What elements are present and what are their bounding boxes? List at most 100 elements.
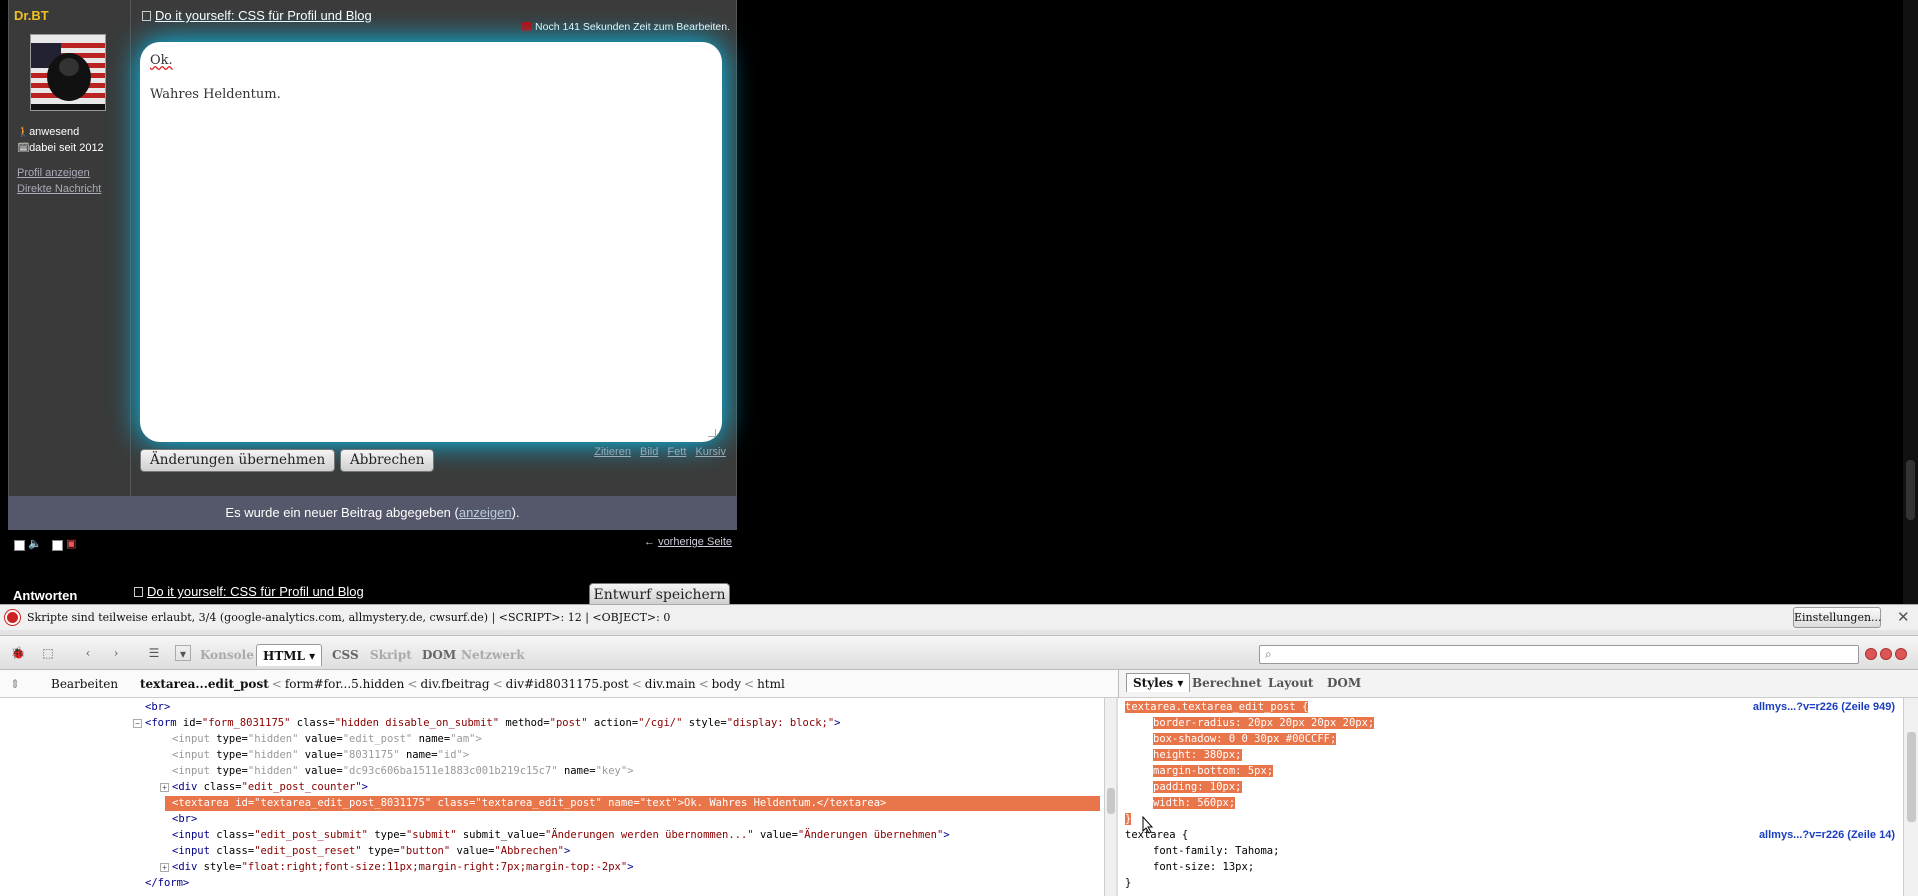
firebug-icon[interactable]: 🐞	[10, 645, 26, 661]
edit-button[interactable]: Bearbeiten	[51, 677, 118, 691]
css-selector[interactable]: textarea {	[1125, 828, 1188, 843]
side-tabs: Styles ▾ Berechnet Layout DOM	[1118, 670, 1918, 698]
html-node[interactable]: <br>	[145, 700, 170, 715]
page-scrollbar[interactable]	[1903, 0, 1918, 604]
styles-scrollbar[interactable]	[1903, 698, 1918, 896]
html-node[interactable]: <div class="edit_post_counter">	[172, 780, 368, 795]
view-profile-link[interactable]: Profil anzeigen	[17, 167, 90, 179]
author-name[interactable]: Dr.BT	[14, 8, 49, 23]
reply-title-text[interactable]: Do it yourself: CSS für Profil und Blog	[147, 584, 364, 599]
styles-pane[interactable]: allmys...?v=r226 (Zeile 949) textarea.tex…	[1118, 698, 1903, 896]
expand-icon[interactable]: ⇕	[10, 677, 20, 691]
tab-html[interactable]: HTML ▾	[256, 644, 323, 666]
tab-styles-label[interactable]: Styles	[1133, 676, 1173, 690]
tab-side-dom[interactable]: DOM	[1327, 676, 1361, 690]
html-node[interactable]: <input class="edit_post_submit" type="su…	[172, 828, 950, 843]
expand-icon[interactable]: +	[160, 863, 169, 872]
css-selector[interactable]: textarea.textarea_edit_post {	[1125, 700, 1309, 715]
tab-styles[interactable]: Styles ▾	[1126, 673, 1191, 692]
list-icon[interactable]: ☰	[146, 645, 162, 661]
breadcrumb: ⇕ Bearbeiten textarea...edit_post < form#f…	[0, 670, 1118, 698]
css-property[interactable]: height: 380px;	[1125, 748, 1242, 763]
post-title-text[interactable]: Do it yourself: CSS für Profil und Blog	[155, 8, 372, 23]
bold-link[interactable]: Fett	[667, 446, 686, 458]
post-title[interactable]: Do it yourself: CSS für Profil und Blog	[142, 8, 372, 23]
breadcrumb-item[interactable]: body	[712, 677, 741, 691]
author-since: 🗓 dabei seit 2012	[17, 142, 104, 154]
breadcrumb-item[interactable]: div#id8031175.post	[506, 677, 629, 691]
sound-checkbox[interactable]	[14, 540, 25, 551]
resize-grip[interactable]	[708, 429, 716, 437]
tab-script[interactable]: Skript	[370, 644, 412, 666]
tab-layout[interactable]: Layout	[1268, 676, 1313, 690]
selected-node[interactable]: <textarea id="textarea_edit_post_8031175…	[165, 796, 1100, 811]
css-rule-close[interactable]: }	[1125, 876, 1131, 891]
new-post-notice: Es wurde ein neuer Beitrag abgegeben (an…	[8, 496, 737, 530]
tab-console[interactable]: Konsole	[200, 644, 254, 666]
breadcrumb-item[interactable]: div.fbeitrag	[420, 677, 489, 691]
html-node[interactable]: <input type="hidden" value="edit_post" n…	[172, 732, 482, 747]
edit-post-textarea[interactable]: Ok. Wahres Heldentum.	[140, 42, 722, 442]
html-node[interactable]: <div style="float:right;font-size:11px;m…	[172, 860, 634, 875]
css-property[interactable]: box-shadow: 0 0 30px #00CCFF;	[1125, 732, 1337, 747]
apply-changes-button[interactable]: Änderungen übernehmen	[140, 449, 336, 472]
noscript-icon[interactable]	[5, 610, 20, 625]
html-scrollbar[interactable]	[1104, 698, 1116, 896]
html-tree[interactable]: <br> − <form id="form_8031175" class="hidd…	[0, 698, 1104, 896]
noscript-settings-button[interactable]: Einstellungen...	[1793, 607, 1882, 628]
forward-icon[interactable]: ›	[108, 645, 124, 661]
breadcrumb-item[interactable]: form#for...5.hidden	[285, 677, 405, 691]
editor-line-1: Ok.	[150, 53, 173, 68]
quote-link[interactable]: Zitieren	[594, 446, 631, 458]
reply-title[interactable]: Do it yourself: CSS für Profil und Blog	[134, 584, 364, 599]
show-new-post-link[interactable]: anzeigen	[459, 505, 512, 520]
rule-source-link[interactable]: allmys...?v=r226 (Zeile 14)	[1759, 829, 1895, 841]
tab-computed[interactable]: Berechnet	[1192, 676, 1262, 690]
html-node[interactable]: <br>	[172, 812, 197, 827]
save-draft-button[interactable]: Entwurf speichern	[589, 583, 730, 605]
previous-page-link[interactable]: vorherige Seite	[658, 536, 732, 548]
cancel-button[interactable]: Abbrechen	[340, 449, 435, 472]
rule-source-link[interactable]: allmys...?v=r226 (Zeile 949)	[1753, 701, 1895, 713]
avatar[interactable]	[30, 34, 106, 111]
inspect-icon[interactable]: ⬚	[40, 645, 56, 661]
css-property[interactable]: padding: 10px;	[1125, 780, 1242, 795]
html-node[interactable]: <input type="hidden" value="8031175" nam…	[172, 748, 469, 763]
back-icon[interactable]: ‹	[80, 645, 96, 661]
css-property[interactable]: width: 560px;	[1125, 796, 1236, 811]
dropdown-icon[interactable]: ▾	[175, 645, 191, 661]
minimize-icon[interactable]	[1865, 648, 1877, 660]
close-icon[interactable]	[1895, 648, 1907, 660]
close-icon[interactable]: ✕	[1897, 608, 1910, 626]
collapse-icon[interactable]: −	[133, 719, 142, 728]
css-property[interactable]: border-radius: 20px 20px 20px 20px;	[1125, 716, 1375, 731]
css-property[interactable]: font-family: Tahoma;	[1125, 844, 1279, 859]
timer-icon	[522, 22, 532, 31]
html-node[interactable]: <input class="edit_post_reset" type="but…	[172, 844, 570, 859]
tab-dom[interactable]: DOM	[422, 644, 456, 666]
image-link[interactable]: Bild	[640, 446, 658, 458]
styles-scrollbar-thumb[interactable]	[1907, 732, 1916, 822]
direct-message-link[interactable]: Direkte Nachricht	[17, 183, 101, 195]
firebug-search-input[interactable]: ⌕	[1259, 645, 1859, 664]
detach-icon[interactable]	[1880, 648, 1892, 660]
page-scrollbar-thumb[interactable]	[1906, 460, 1915, 520]
css-property[interactable]: margin-bottom: 5px;	[1125, 764, 1274, 779]
notify-checkbox[interactable]	[52, 540, 63, 551]
css-property[interactable]: font-size: 13px;	[1125, 860, 1254, 875]
breadcrumb-item[interactable]: html	[757, 677, 785, 691]
breadcrumb-item[interactable]: textarea...edit_post	[140, 677, 269, 691]
previous-page[interactable]: ← vorherige Seite	[644, 536, 732, 548]
tab-network[interactable]: Netzwerk	[461, 644, 525, 666]
new-post-text-end: ).	[511, 505, 520, 520]
html-scrollbar-thumb[interactable]	[1107, 788, 1115, 814]
expand-icon[interactable]: +	[160, 783, 169, 792]
css-rule-close[interactable]: }	[1125, 812, 1132, 827]
tab-html-label[interactable]: HTML	[263, 649, 305, 663]
breadcrumb-item[interactable]: div.main	[645, 677, 696, 691]
italic-link[interactable]: Kursiv	[695, 446, 726, 458]
html-node[interactable]: <input type="hidden" value="dc93c606ba15…	[172, 764, 634, 779]
html-node[interactable]: <form id="form_8031175" class="hidden di…	[145, 716, 840, 731]
tab-css[interactable]: CSS	[332, 644, 359, 666]
html-node[interactable]: </form>	[145, 876, 189, 891]
